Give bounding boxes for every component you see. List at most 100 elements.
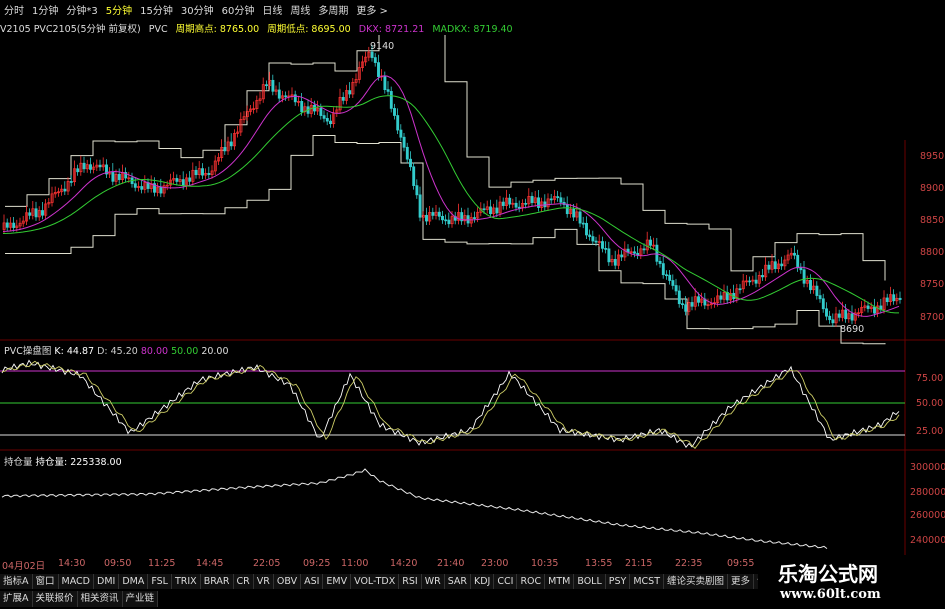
candle-body [194, 169, 198, 176]
period-tab[interactable]: 周线 [286, 2, 314, 17]
time-axis-label: 21:40 [437, 558, 465, 569]
oi-value: 持仓量: 225338.00 [35, 457, 122, 468]
indicator-tab[interactable]: EMV [323, 574, 352, 589]
candle-body [229, 141, 233, 147]
candle-body [613, 259, 617, 266]
period-tab[interactable]: 多周期 [314, 2, 352, 17]
time-axis-label: 14:30 [58, 558, 86, 569]
indicator-tab[interactable]: BOLL [574, 574, 606, 589]
period-tab[interactable]: 30分钟 [177, 2, 218, 17]
candle-body [809, 280, 812, 291]
kd-axis-75: 75.00 [916, 373, 944, 384]
indicator-tab[interactable]: DMI [94, 574, 120, 589]
candle-body [329, 120, 332, 125]
period-tab[interactable]: 15分钟 [136, 2, 177, 17]
candle-body [767, 264, 771, 270]
candle-body [620, 254, 624, 258]
candle-body [405, 146, 409, 160]
indicator-tab[interactable]: 指标A [0, 574, 33, 589]
indicator-tab[interactable]: RSI [399, 574, 422, 589]
candle-body [649, 239, 652, 246]
candle-body [873, 306, 876, 314]
candle-body [773, 261, 777, 270]
candle-body [425, 214, 428, 222]
period-tab[interactable]: 60分钟 [218, 2, 259, 17]
candle-body [514, 202, 518, 208]
candle-body [284, 95, 288, 98]
kd-d: D: 45.20 [97, 346, 138, 357]
candle-body [780, 263, 784, 267]
period-toolbar: 分时 1分钟 分钟*3 5分钟 15分钟 30分钟 60分钟 日线 周线 多周期 更多 > [0, 0, 945, 18]
indicator-tab[interactable]: VR [253, 574, 274, 589]
kd-l1: 80.00 [140, 346, 169, 357]
indicator-tab[interactable]: 缠论买卖剧图 [664, 574, 729, 589]
candle-body [386, 89, 390, 92]
indicator-tab[interactable]: CR [233, 574, 254, 589]
time-axis-label: 13:55 [585, 558, 613, 569]
candle-body [658, 260, 662, 264]
indicator-tab[interactable]: SAR [444, 574, 471, 589]
candle-body [377, 62, 380, 77]
indicator-tab[interactable]: 更多 [728, 574, 755, 589]
indicator-tab[interactable]: PSY [605, 574, 631, 589]
kd-l3: 20.00 [201, 346, 229, 357]
period-tab[interactable]: 更多 > [352, 2, 392, 17]
candle-body [885, 297, 889, 303]
indicator-tab[interactable]: MCST [630, 574, 665, 589]
candle-body [482, 208, 486, 211]
candle-body [5, 222, 9, 228]
indicator-tab[interactable]: WR [421, 574, 445, 589]
candle-body [668, 274, 672, 281]
open-interest-line [1, 468, 828, 549]
candle-body [578, 211, 582, 224]
indicator-tab[interactable]: 窗口 [32, 574, 59, 589]
candle-body [473, 217, 476, 219]
period-tab[interactable]: 日线 [258, 2, 286, 17]
indicator-tab[interactable]: OBV [273, 574, 302, 589]
candle-body [466, 215, 470, 224]
indicator-tab[interactable]: VOL-TDX [351, 574, 400, 589]
trough-annotation: 8690 [840, 324, 865, 335]
candle-body [133, 183, 137, 188]
chart-area[interactable] [0, 35, 945, 555]
candle-body [69, 181, 73, 183]
candle-body [844, 309, 848, 320]
extension-tab[interactable]: 相关资讯 [77, 591, 123, 607]
period-tab[interactable]: 分时 [0, 2, 28, 17]
indicator-label: PVC [148, 24, 168, 35]
candle-body [719, 295, 723, 300]
candle-body [431, 212, 435, 216]
candle-body [341, 96, 345, 101]
indicator-tab[interactable]: CCI [494, 574, 518, 589]
indicator-tab[interactable]: KDJ [471, 574, 495, 589]
indicator-tab[interactable]: BRAR [200, 574, 234, 589]
time-axis-label: 11:00 [341, 558, 369, 569]
indicator-tab[interactable]: TRIX [171, 574, 201, 589]
indicator-tab[interactable]: MTM [545, 574, 575, 589]
indicator-tab[interactable]: ROC [517, 574, 546, 589]
price-axis-label: 8950 [920, 151, 945, 162]
candle-body [322, 115, 326, 119]
period-tab[interactable]: 1分钟 [28, 2, 62, 17]
candle-body [636, 252, 640, 256]
indicator-tab[interactable]: DMA [119, 574, 149, 589]
kd-title: PVC操盘图 [4, 346, 52, 357]
period-tab[interactable]: 分钟*3 [62, 2, 101, 17]
indicator-tab[interactable]: ASI [301, 574, 324, 589]
candle-body [674, 285, 678, 292]
period-tab[interactable]: 5分钟 [102, 2, 136, 17]
extension-tab[interactable]: 关联报价 [32, 591, 78, 607]
symbol-label: V2105 PVC2105(5分钟 前复权) [0, 24, 141, 35]
time-axis-label: 23:00 [481, 558, 509, 569]
time-axis-label: 10:35 [531, 558, 559, 569]
extension-tab[interactable]: 产业链 [122, 591, 159, 607]
indicator-tab[interactable]: FSL [148, 574, 172, 589]
candle-body [207, 173, 211, 175]
candle-body [277, 89, 281, 99]
candle-body [383, 75, 387, 90]
candle-body [223, 147, 227, 152]
indicator-tab[interactable]: MACD [58, 574, 94, 589]
extension-tab[interactable]: 扩展A [0, 591, 33, 607]
price-axis-label: 8700 [920, 312, 945, 323]
candle-body [815, 285, 819, 296]
